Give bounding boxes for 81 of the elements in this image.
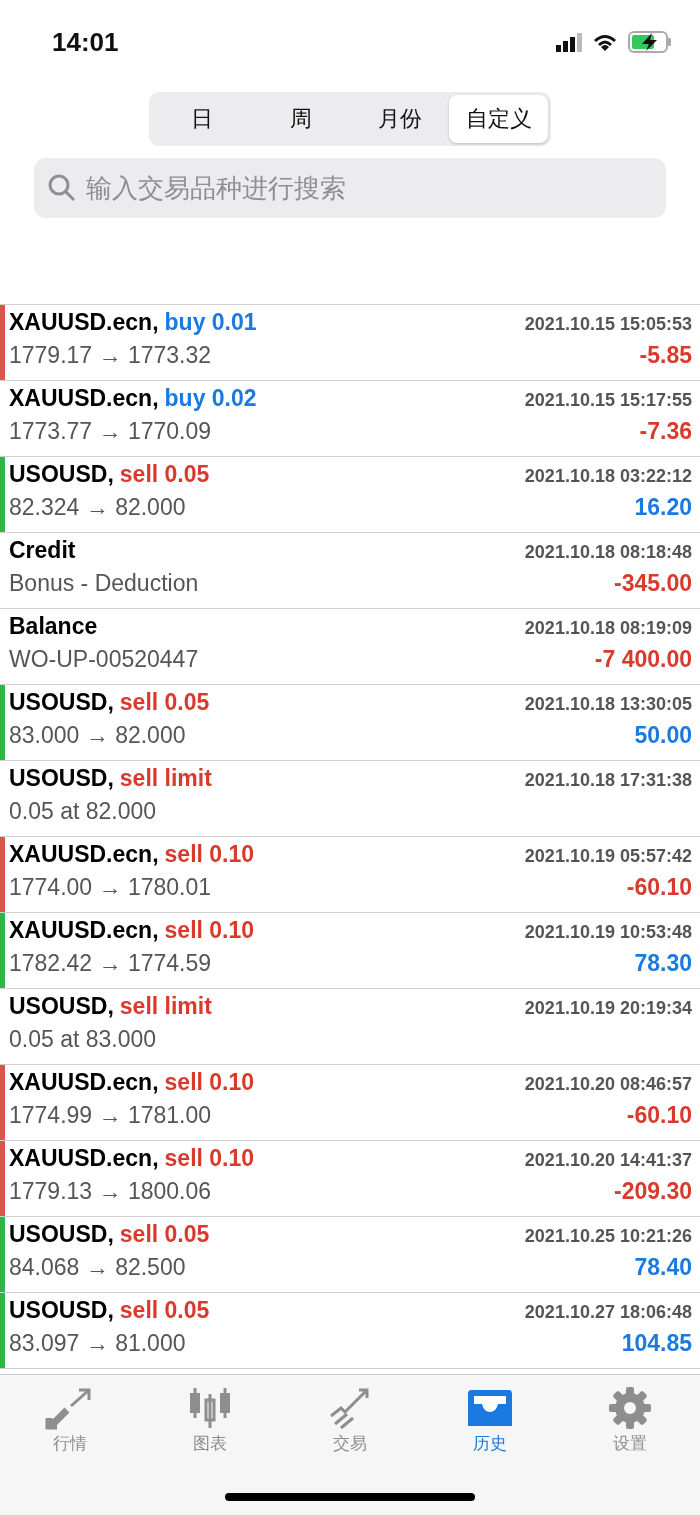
tab-bar-item[interactable]: 行情 [10, 1385, 130, 1456]
deal-detail: 1782.42 → 1774.59 [9, 950, 212, 977]
order-label: sell 0.10 [164, 1069, 255, 1096]
profit-value: -7.36 [639, 418, 692, 445]
tab-bar-item[interactable]: 交易 [290, 1385, 410, 1456]
profit-value: 78.40 [634, 1254, 692, 1281]
wifi-icon [592, 32, 618, 52]
search-field[interactable]: 输入交易品种进行搜索 [34, 158, 666, 218]
symbol-label: USOUSD, [9, 993, 114, 1020]
timestamp: 2021.10.19 05:57:42 [524, 846, 692, 867]
deal-detail: 83.097 → 81.000 [9, 1330, 186, 1357]
profit-value: 50.00 [634, 722, 692, 749]
deal-detail: 0.05 at 83.000 [9, 1026, 157, 1053]
deal-detail: 1779.13 → 1800.06 [9, 1178, 212, 1205]
symbol-label: XAUUSD.ecn, [9, 1145, 159, 1172]
period-segment[interactable]: 自定义 [449, 95, 548, 143]
profit-value: 104.85 [621, 1330, 692, 1357]
deal-detail: 1774.99 → 1781.00 [9, 1102, 212, 1129]
deal-detail: 82.324 → 82.000 [9, 494, 186, 521]
signal-icon [556, 32, 582, 52]
order-label: sell limit [119, 993, 212, 1020]
timestamp: 2021.10.18 08:18:48 [524, 542, 692, 563]
profit-value: -209.30 [614, 1178, 692, 1205]
order-label: sell 0.05 [119, 461, 210, 488]
timestamp: 2021.10.18 13:30:05 [524, 694, 692, 715]
timestamp: 2021.10.15 15:17:55 [524, 390, 692, 411]
tab-bar-item[interactable]: 历史 [430, 1385, 550, 1456]
order-label: sell 0.05 [119, 1221, 210, 1248]
symbol-label: USOUSD, [9, 689, 114, 716]
profit-value: 78.30 [634, 950, 692, 977]
profit-value: -7 400.00 [594, 646, 692, 673]
deal-detail: WO-UP-00520447 [9, 646, 199, 673]
period-segment[interactable]: 周 [251, 95, 350, 143]
order-label: sell 0.10 [164, 841, 255, 868]
timestamp: 2021.10.25 10:21:26 [524, 1226, 692, 1247]
symbol-label: XAUUSD.ecn, [9, 917, 159, 944]
order-label: sell 0.10 [164, 917, 255, 944]
symbol-label: USOUSD, [9, 1297, 114, 1324]
profit-value: -345.00 [614, 570, 692, 597]
status-time: 14:01 [52, 26, 119, 58]
timestamp: 2021.10.18 08:19:09 [524, 618, 692, 639]
deal-detail: 84.068 → 82.500 [9, 1254, 186, 1281]
order-label: sell 0.10 [164, 1145, 255, 1172]
period-segment[interactable]: 月份 [350, 95, 449, 143]
profit-value: -5.85 [639, 342, 692, 369]
timestamp: 2021.10.18 03:22:12 [524, 466, 692, 487]
timestamp: 2021.10.27 18:06:48 [524, 1302, 692, 1323]
tab-bar-item[interactable]: 设置 [570, 1385, 690, 1456]
symbol-label: USOUSD, [9, 461, 114, 488]
profit-value: 16.20 [634, 494, 692, 521]
symbol-label: XAUUSD.ecn, [9, 309, 159, 336]
symbol-label: XAUUSD.ecn, [9, 841, 159, 868]
deal-detail: 1779.17 → 1773.32 [9, 342, 212, 369]
symbol-label: USOUSD, [9, 1221, 114, 1248]
deal-detail: Bonus - Deduction [9, 570, 199, 597]
deal-detail: 1773.77 → 1770.09 [9, 418, 212, 445]
order-label: sell limit [119, 765, 212, 792]
period-segment[interactable]: 日 [152, 95, 251, 143]
search-icon [48, 174, 76, 202]
timestamp: 2021.10.20 08:46:57 [524, 1074, 692, 1095]
deal-detail: 83.000 → 82.000 [9, 722, 186, 749]
order-label: buy 0.02 [164, 385, 257, 412]
profit-value: -60.10 [626, 1102, 692, 1129]
battery-charging-icon [628, 31, 672, 53]
tab-bar-item[interactable]: 图表 [150, 1385, 270, 1456]
deal-detail: 1774.00 → 1780.01 [9, 874, 212, 901]
timestamp: 2021.10.20 14:41:37 [524, 1150, 692, 1171]
symbol-label: Credit [9, 537, 76, 564]
symbol-label: USOUSD, [9, 765, 114, 792]
profit-value: -60.10 [626, 874, 692, 901]
order-label: buy 0.01 [164, 309, 257, 336]
symbol-label: XAUUSD.ecn, [9, 385, 159, 412]
symbol-label: Balance [9, 613, 98, 640]
timestamp: 2021.10.18 17:31:38 [524, 770, 692, 791]
timestamp: 2021.10.19 10:53:48 [524, 922, 692, 943]
timestamp: 2021.10.15 15:05:53 [524, 314, 692, 335]
order-label: sell 0.05 [119, 1297, 210, 1324]
order-label: sell 0.05 [119, 689, 210, 716]
timestamp: 2021.10.19 20:19:34 [524, 998, 692, 1019]
symbol-label: XAUUSD.ecn, [9, 1069, 159, 1096]
deal-detail: 0.05 at 82.000 [9, 798, 157, 825]
